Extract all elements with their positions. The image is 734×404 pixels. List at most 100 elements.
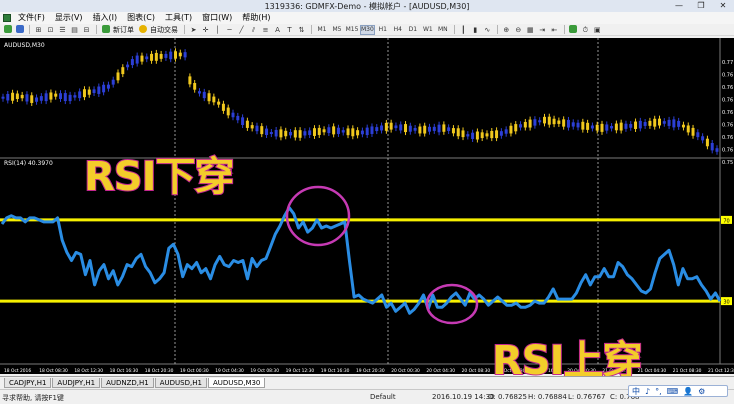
timeframe-mn[interactable]: MN xyxy=(436,25,450,35)
candle-body xyxy=(701,136,705,141)
candle-body xyxy=(677,120,681,127)
rsi-down-cross-circle xyxy=(285,185,351,247)
candle-body xyxy=(566,119,570,128)
ime-settings-icon[interactable]: ⚙ xyxy=(698,387,705,396)
tab-audusd-m30[interactable]: AUDUSD,M30 xyxy=(207,378,266,388)
crosshair-icon[interactable]: ✛ xyxy=(200,25,211,35)
tester-icon[interactable]: ⊟ xyxy=(81,25,92,35)
tab-cadjpy-h1[interactable]: CADJPY,H1 xyxy=(4,378,52,388)
timeframe-m30[interactable]: M30 xyxy=(360,24,375,35)
candle-chart-icon[interactable]: ▮ xyxy=(470,25,481,35)
candle-body xyxy=(590,125,594,129)
tab-audusd-h1[interactable]: AUDUSD,H1 xyxy=(154,378,207,388)
candle-body xyxy=(150,53,154,61)
market-watch-icon[interactable]: ⊞ xyxy=(33,25,44,35)
timeframe-m5[interactable]: M5 xyxy=(330,25,344,35)
candle-body xyxy=(456,128,460,137)
periods-icon[interactable]: ⏱ xyxy=(580,25,591,35)
time-axis-label: 18 Oct 20:30 xyxy=(145,368,174,374)
timeframe-m1[interactable]: M1 xyxy=(315,25,329,35)
candle-body xyxy=(231,112,235,118)
templates-icon[interactable]: ▣ xyxy=(592,25,603,35)
candle-body xyxy=(423,125,427,134)
toolbar-separator xyxy=(453,25,455,34)
menu-view[interactable]: 显示(V) xyxy=(50,12,88,24)
minimize-button[interactable]: — xyxy=(668,0,690,11)
chart-shift-icon[interactable]: ⇤ xyxy=(549,25,560,35)
candle-body xyxy=(59,93,63,99)
ime-keyboard-icon[interactable]: ⌨ xyxy=(667,387,679,396)
new-chart-icon[interactable] xyxy=(2,24,13,35)
candle-body xyxy=(519,124,523,128)
new-order-button[interactable]: 新订单 xyxy=(112,25,137,35)
candle-body xyxy=(169,51,173,60)
time-axis-label: 19 Oct 00:30 xyxy=(180,368,209,374)
time-axis-label: 21 Oct 08:30 xyxy=(673,368,702,374)
toolbar-separator xyxy=(29,25,30,34)
tab-audnzd-h1[interactable]: AUDNZD,H1 xyxy=(101,378,154,388)
candle-body xyxy=(241,117,245,126)
line-chart-icon[interactable]: ∿ xyxy=(482,25,493,35)
ime-music-icon[interactable]: ♪ xyxy=(645,387,650,396)
auto-trading-icon[interactable] xyxy=(137,24,148,35)
status-high: H: 0.76884 xyxy=(528,393,567,401)
tile-windows-icon[interactable]: ▦ xyxy=(525,25,536,35)
vline-icon[interactable]: │ xyxy=(212,25,223,35)
status-profile: Default xyxy=(370,393,396,401)
title-bar: 1319336: GDMFX-Demo - 模拟帐户 - [AUDUSD,M30… xyxy=(0,0,734,12)
menu-window[interactable]: 窗口(W) xyxy=(197,12,237,24)
maximize-button[interactable]: ❐ xyxy=(690,0,712,11)
close-button[interactable]: ✕ xyxy=(712,0,734,11)
time-axis-label: 20 Oct 08:30 xyxy=(462,368,491,374)
candle-body xyxy=(715,148,719,152)
menu-help[interactable]: 帮助(H) xyxy=(237,12,275,24)
toolbar-separator xyxy=(184,25,185,34)
channel-icon[interactable]: ⫽ xyxy=(248,25,259,35)
menu-tools[interactable]: 工具(T) xyxy=(160,12,197,24)
candle-body xyxy=(691,127,695,136)
menu-insert[interactable]: 插入(I) xyxy=(88,12,123,24)
ime-punctuation-icon[interactable]: °, xyxy=(655,387,662,396)
hline-icon[interactable]: ─ xyxy=(224,25,235,35)
candle-body xyxy=(78,91,82,99)
chart-canvas[interactable]: AUDUSD,M30 RSI(14) 40.3970 0.77 0.76 0.76 0.7… xyxy=(0,38,734,374)
autoscroll-icon[interactable]: ⇥ xyxy=(537,25,548,35)
menu-file[interactable]: 文件(F) xyxy=(13,12,50,24)
ime-chinese-mode[interactable]: 中 xyxy=(632,386,640,397)
label-icon[interactable]: T xyxy=(284,25,295,35)
bar-chart-icon[interactable]: ┃ xyxy=(458,25,469,35)
timeframe-d1[interactable]: D1 xyxy=(406,25,420,35)
timeframe-m15[interactable]: M15 xyxy=(345,25,359,35)
indicators-icon[interactable] xyxy=(568,24,579,35)
menu-charts[interactable]: 图表(C) xyxy=(122,12,160,24)
arrows-icon[interactable]: ⇅ xyxy=(296,25,307,35)
ime-user-icon[interactable]: 👤 xyxy=(683,387,693,396)
candle-body xyxy=(384,122,388,131)
time-axis-label: 20 Oct 04:30 xyxy=(426,368,455,374)
profiles-icon[interactable] xyxy=(14,24,25,35)
text-icon[interactable]: A xyxy=(272,25,283,35)
zoom-out-icon[interactable]: ⊖ xyxy=(513,25,524,35)
trendline-icon[interactable]: ╱ xyxy=(236,25,247,35)
zoom-in-icon[interactable]: ⊕ xyxy=(501,25,512,35)
auto-trading-button[interactable]: 自动交易 xyxy=(149,25,181,35)
tab-audjpy-h1[interactable]: AUDJPY,H1 xyxy=(52,378,101,388)
candle-body xyxy=(681,124,685,128)
new-order-icon[interactable] xyxy=(100,24,111,35)
candle-body xyxy=(634,121,638,129)
timeframe-h1[interactable]: H1 xyxy=(376,25,390,35)
candle-body xyxy=(63,93,67,102)
ime-toolbar[interactable]: 中 ♪ °, ⌨ 👤 ⚙ xyxy=(628,385,728,397)
price-tick-label: 0.76 xyxy=(722,98,733,104)
candle-body xyxy=(30,95,34,103)
data-window-icon[interactable]: ⊡ xyxy=(45,25,56,35)
cursor-icon[interactable]: ➤ xyxy=(188,25,199,35)
timeframe-h4[interactable]: H4 xyxy=(391,25,405,35)
fibo-icon[interactable]: ≡ xyxy=(260,25,271,35)
terminal-icon[interactable]: ▤ xyxy=(69,25,80,35)
navigator-icon[interactable]: ☰ xyxy=(57,25,68,35)
chart-window[interactable]: AUDUSD,M30 RSI(14) 40.3970 0.77 0.76 0.76 0.7… xyxy=(0,38,734,374)
candle-body xyxy=(595,124,599,131)
timeframe-w1[interactable]: W1 xyxy=(421,25,435,35)
candle-body xyxy=(197,91,201,94)
